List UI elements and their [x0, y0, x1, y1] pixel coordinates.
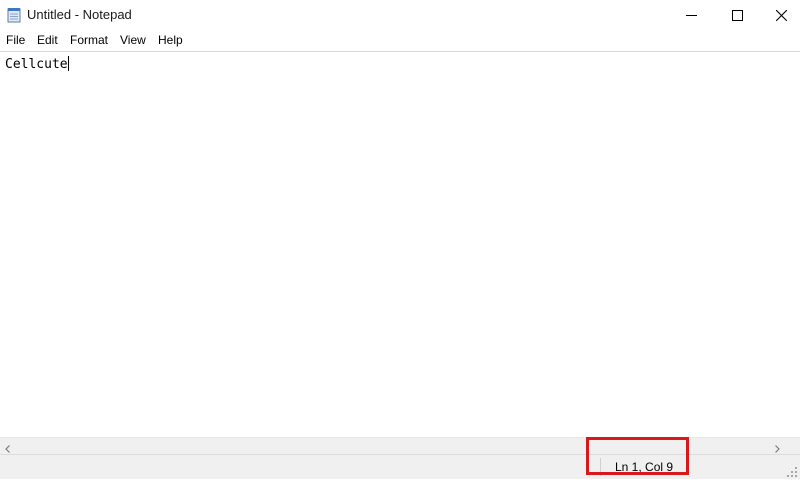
window-title: Untitled - Notepad [27, 7, 132, 22]
notepad-window: Untitled - Notepad File Edit Format View [0, 0, 800, 479]
menu-file[interactable]: File [5, 32, 26, 48]
close-button[interactable] [758, 0, 800, 30]
minimize-icon [685, 10, 697, 21]
editor-content-line[interactable]: Cellcute [5, 56, 69, 73]
text-editor-area[interactable]: Cellcute [0, 51, 800, 438]
status-bar: Ln 1, Col 9 [0, 454, 800, 479]
menu-edit[interactable]: Edit [36, 32, 59, 48]
menu-view[interactable]: View [119, 32, 147, 48]
text-caret [67, 56, 69, 71]
resize-grip-icon[interactable] [786, 465, 798, 477]
scroll-left-arrow-icon[interactable] [3, 441, 13, 453]
menu-bar: File Edit Format View Help [0, 30, 800, 50]
scroll-right-arrow-icon[interactable] [772, 441, 782, 453]
scrollbar-corner [783, 438, 800, 454]
horizontal-scrollbar[interactable] [0, 437, 800, 454]
title-bar[interactable]: Untitled - Notepad [0, 0, 800, 30]
notepad-icon [7, 7, 21, 23]
minimize-button[interactable] [668, 0, 714, 30]
menu-format[interactable]: Format [69, 32, 109, 48]
menu-help[interactable]: Help [157, 32, 184, 48]
close-icon [775, 9, 787, 21]
status-divider [600, 458, 601, 476]
vertical-scrollbar[interactable] [783, 52, 800, 438]
maximize-icon [731, 9, 743, 21]
cursor-position: Ln 1, Col 9 [615, 460, 674, 474]
maximize-button[interactable] [714, 0, 760, 30]
editor-text: Cellcute [5, 57, 68, 72]
